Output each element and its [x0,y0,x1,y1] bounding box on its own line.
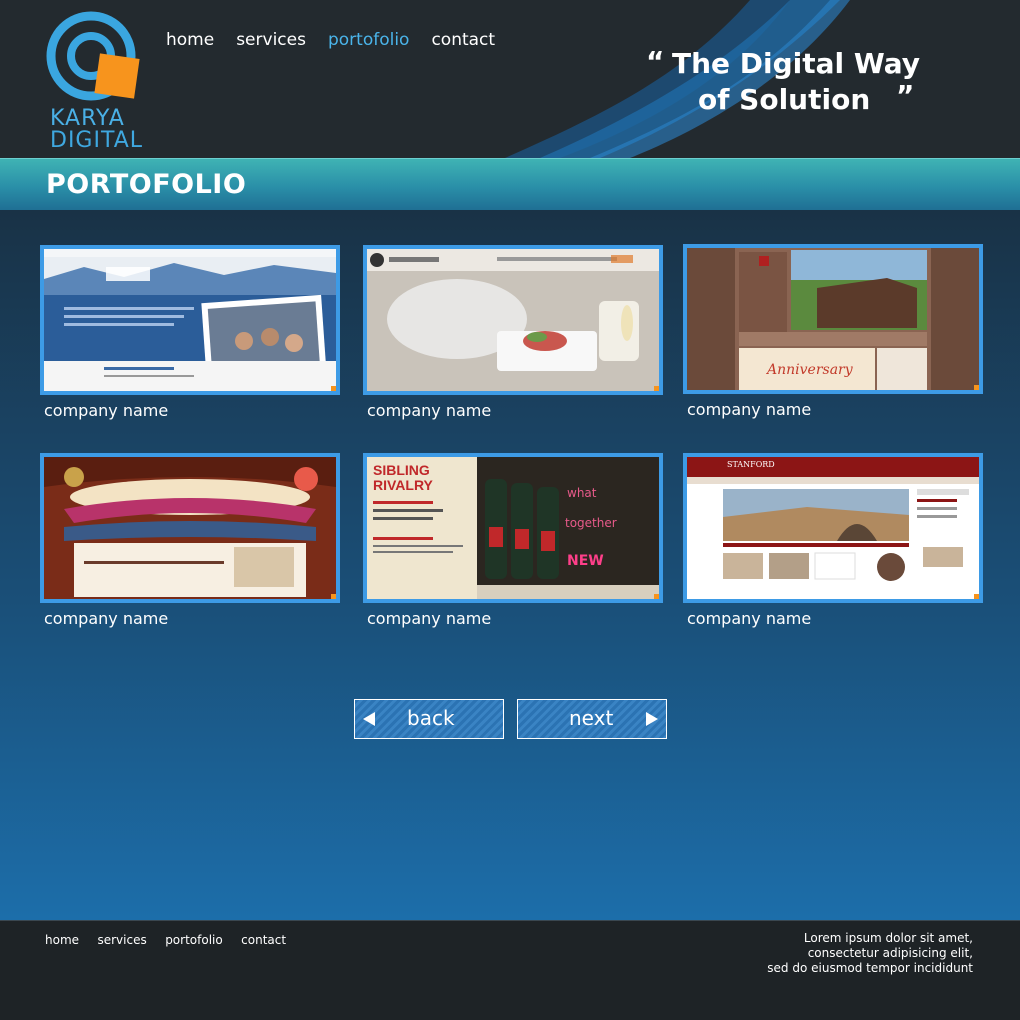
tagline-open-quote: “ [646,45,665,78]
asheville-school-screenshot [44,249,336,391]
portfolio-thumbnail[interactable]: Anniversary [683,244,983,394]
next-button-label: next [569,706,614,730]
portfolio-caption[interactable]: company name [44,401,340,420]
portfolio-card: company name [40,245,340,420]
svg-text:Anniversary: Anniversary [765,362,854,378]
footer-nav-home[interactable]: home [45,933,79,947]
thumb-corner-accent [974,594,979,599]
footer-nav-contact[interactable]: contact [241,933,286,947]
japanese-resort-screenshot: Anniversary [687,248,979,390]
portfolio-card: SIBLING RIVALRY what together NEW compan… [363,453,663,628]
svg-text:NEW: NEW [567,553,604,569]
nav-contact[interactable]: contact [431,30,495,50]
site-header: KARYA DIGITAL home services portofolio c… [0,0,1020,158]
footer-nav-portofolio[interactable]: portofolio [165,933,223,947]
portfolio-card: company name [40,453,340,628]
portfolio-thumbnail[interactable] [40,245,340,395]
back-button[interactable]: back [354,699,504,739]
logo-at-icon [46,11,140,101]
footer-text-line: sed do eiusmod tempor incididunt [767,961,973,975]
thumb-corner-accent [331,386,336,391]
portfolio-caption[interactable]: company name [367,401,663,420]
site-footer: home services portofolio contact Lorem i… [0,920,1020,1020]
footer-text: Lorem ipsum dolor sit amet, consectetur … [767,931,973,976]
portfolio-caption[interactable]: company name [367,609,663,628]
portfolio-main: company name company name Anniversary co… [0,210,1020,920]
arrow-right-icon [646,712,658,726]
footer-text-line: consectetur adipisicing elit, [807,946,973,960]
portfolio-caption[interactable]: company name [687,400,983,419]
portfolio-thumbnail[interactable] [40,453,340,603]
footer-nav-services[interactable]: services [97,933,146,947]
portfolio-card: Anniversary company name [683,244,983,419]
nav-portofolio[interactable]: portofolio [328,30,409,50]
sibling-rivalry-screenshot: SIBLING RIVALRY what together NEW [367,457,659,599]
main-nav: home services portofolio contact [166,30,517,50]
portfolio-caption[interactable]: company name [687,609,983,628]
svg-text:what: what [567,486,597,500]
tagline-close-quote: ” [896,79,915,112]
next-button[interactable]: next [517,699,667,739]
svg-text:SIBLING: SIBLING [373,462,430,478]
svg-text:STANFORD: STANFORD [727,460,775,469]
nav-services[interactable]: services [236,30,306,50]
portfolio-thumbnail[interactable]: SIBLING RIVALRY what together NEW [363,453,663,603]
thumb-corner-accent [654,594,659,599]
japanese-franchise-screenshot [44,457,336,599]
arrow-left-icon [363,712,375,726]
portfolio-card: STANFORD company name [683,453,983,628]
logo[interactable]: KARYA DIGITAL [40,10,150,153]
tagline-line2: of Solution [698,83,871,116]
page-title: PORTOFOLIO [46,169,247,200]
footer-nav: home services portofolio contact [45,931,300,949]
thumb-corner-accent [331,594,336,599]
portfolio-thumbnail[interactable] [363,245,663,395]
portfolio-caption[interactable]: company name [44,609,340,628]
portfolio-thumbnail[interactable]: STANFORD [683,453,983,603]
stanford-university-screenshot: STANFORD [687,457,979,599]
back-button-label: back [407,706,455,730]
footer-text-line: Lorem ipsum dolor sit amet, [803,931,973,945]
portfolio-card: company name [363,245,663,420]
tagline-line1: The Digital Way [672,47,921,80]
thumb-corner-accent [974,385,979,390]
innovative-cuisine-screenshot [367,249,659,391]
nav-home[interactable]: home [166,30,214,50]
page-title-bar: PORTOFOLIO [0,158,1020,210]
thumb-corner-accent [654,386,659,391]
svg-text:together: together [565,516,617,530]
svg-text:RIVALRY: RIVALRY [373,477,434,493]
logo-text-line2: DIGITAL [50,128,144,153]
